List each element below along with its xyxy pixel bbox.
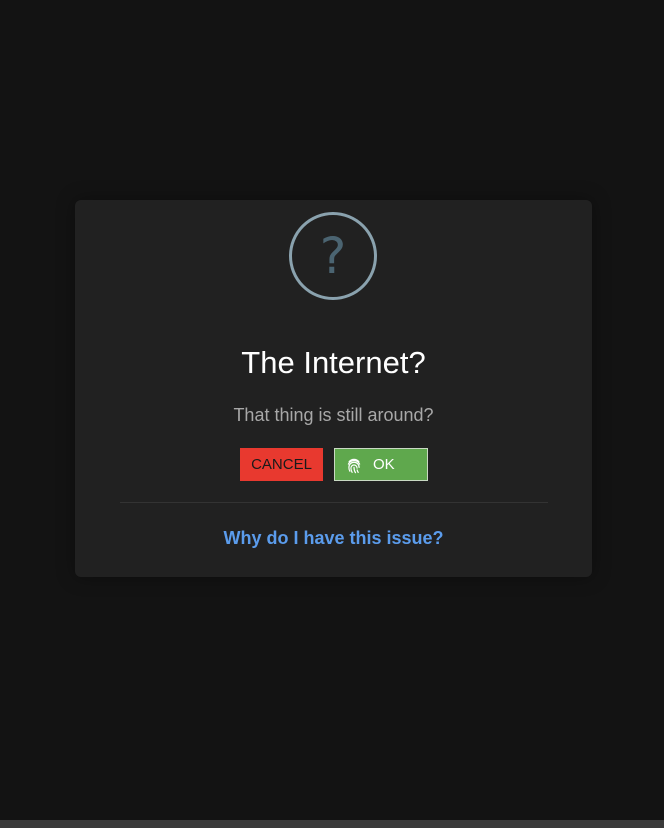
footer-divider: [120, 502, 548, 503]
question-mark-icon: ?: [289, 212, 377, 300]
fingerprint-icon: [347, 458, 361, 474]
dialog-title: The Internet?: [241, 345, 426, 380]
cancel-button[interactable]: CANCEL: [240, 448, 323, 481]
ok-button[interactable]: OK: [334, 448, 428, 481]
ok-button-label: OK: [373, 456, 395, 473]
help-link[interactable]: Why do I have this issue?: [75, 526, 592, 550]
alert-dialog: ? The Internet? That thing is still arou…: [75, 200, 592, 577]
dialog-message: That thing is still around?: [233, 405, 434, 425]
question-glyph: ?: [319, 227, 347, 285]
page-backdrop: ? The Internet? That thing is still arou…: [0, 0, 664, 828]
horizontal-scrollbar[interactable]: [0, 820, 664, 828]
